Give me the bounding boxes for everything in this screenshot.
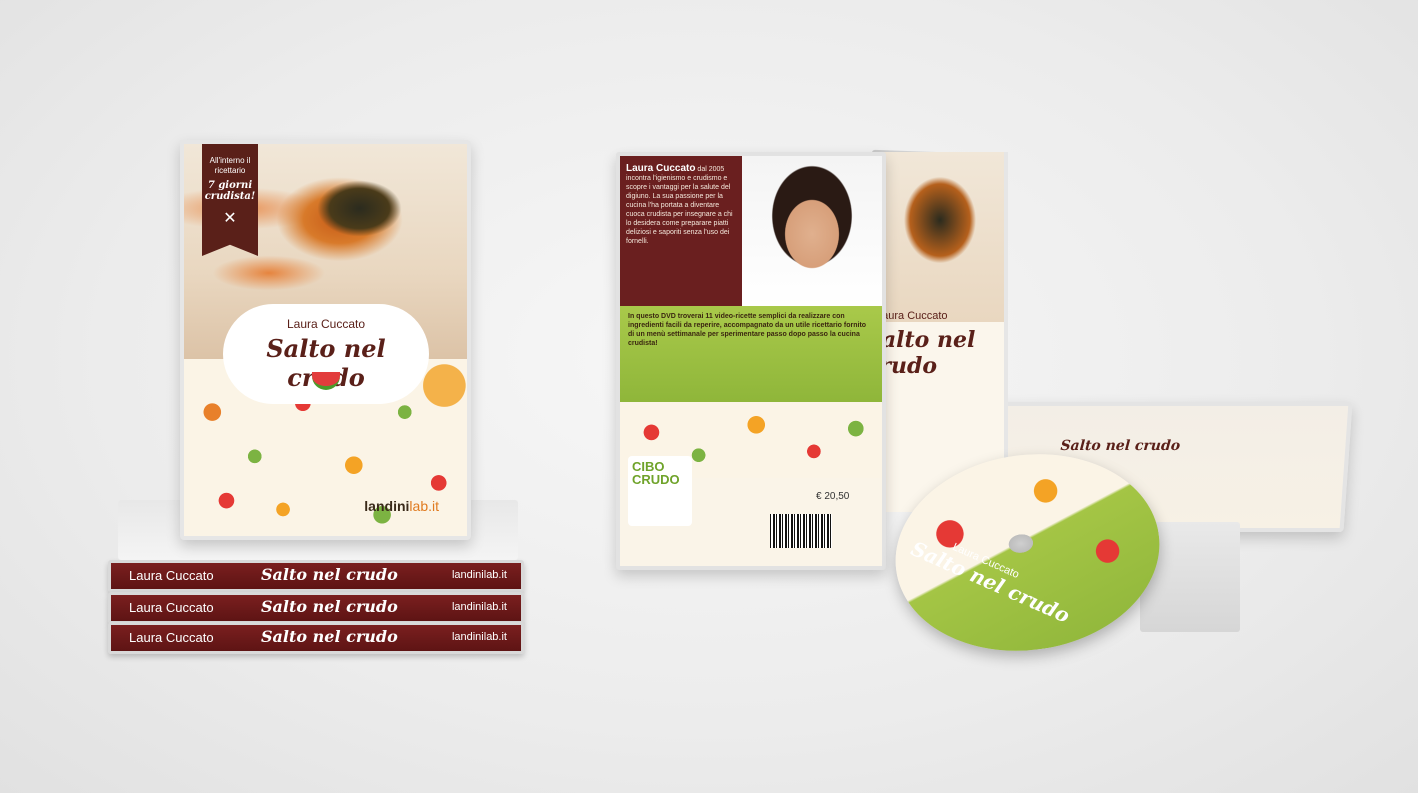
lying-title: Salto nel crudo (1059, 438, 1181, 454)
cover-author: Laura Cuccato (286, 317, 366, 331)
cover-publisher: landinilab.it (364, 498, 439, 514)
spine-author: Laura Cuccato (129, 600, 214, 615)
ribbon-line1: All'interno il ricettario (209, 156, 251, 175)
dvd-back-cover: Laura Cuccato dal 2005 incontra l'igieni… (616, 152, 886, 570)
spine-publisher: landinilab.it (451, 569, 507, 581)
description-panel: In questo DVD troverai 11 video-ricette … (620, 306, 882, 402)
spine-dvd-1: Laura Cuccato Salto nel crudo landinilab… (108, 560, 524, 592)
cover-photo-partial (876, 152, 1004, 322)
partial-author: Laura Cuccato (876, 310, 948, 322)
bio-text: dal 2005 incontra l'igienismo e crudismo… (626, 166, 733, 245)
dvd-front-cover: All'interno il ricettario 7 giorni crudi… (180, 140, 471, 540)
spine-publisher: landinilab.it (451, 601, 507, 613)
cibo-crudo-logo: CIBO CRUDO (628, 456, 692, 526)
spine-dvd-3: Laura Cuccato Salto nel crudo landinilab… (108, 622, 524, 654)
description-text: In questo DVD troverai 11 video-ricette … (628, 313, 867, 347)
title-cloud: Laura Cuccato Salto nel crudo (228, 309, 424, 399)
author-portrait (742, 156, 882, 306)
price-label: € 20,50 (816, 491, 850, 502)
ribbon-badge: All'interno il ricettario 7 giorni crudi… (202, 144, 258, 256)
spine-title: Salto nel crudo (261, 627, 398, 646)
dvd-front-cover-partial: Laura Cuccato Salto nel crudo (876, 152, 1008, 512)
spine-author: Laura Cuccato (129, 568, 214, 583)
spine-title: Salto nel crudo (261, 565, 398, 584)
author-bio: Laura Cuccato dal 2005 incontra l'igieni… (620, 156, 742, 306)
spine-title: Salto nel crudo (261, 597, 398, 616)
barcode (770, 514, 832, 548)
spine-publisher: landinilab.it (451, 631, 507, 643)
cutlery-icon: ✕ (223, 210, 237, 227)
spine-author: Laura Cuccato (129, 630, 214, 645)
bio-name: Laura Cuccato (626, 163, 696, 174)
logo-bottom: CRUDO (632, 472, 680, 487)
ribbon-line2: 7 giorni crudista! (204, 180, 256, 202)
spine-dvd-2: Laura Cuccato Salto nel crudo landinilab… (108, 592, 524, 624)
partial-title: Salto nel crudo (876, 327, 976, 379)
